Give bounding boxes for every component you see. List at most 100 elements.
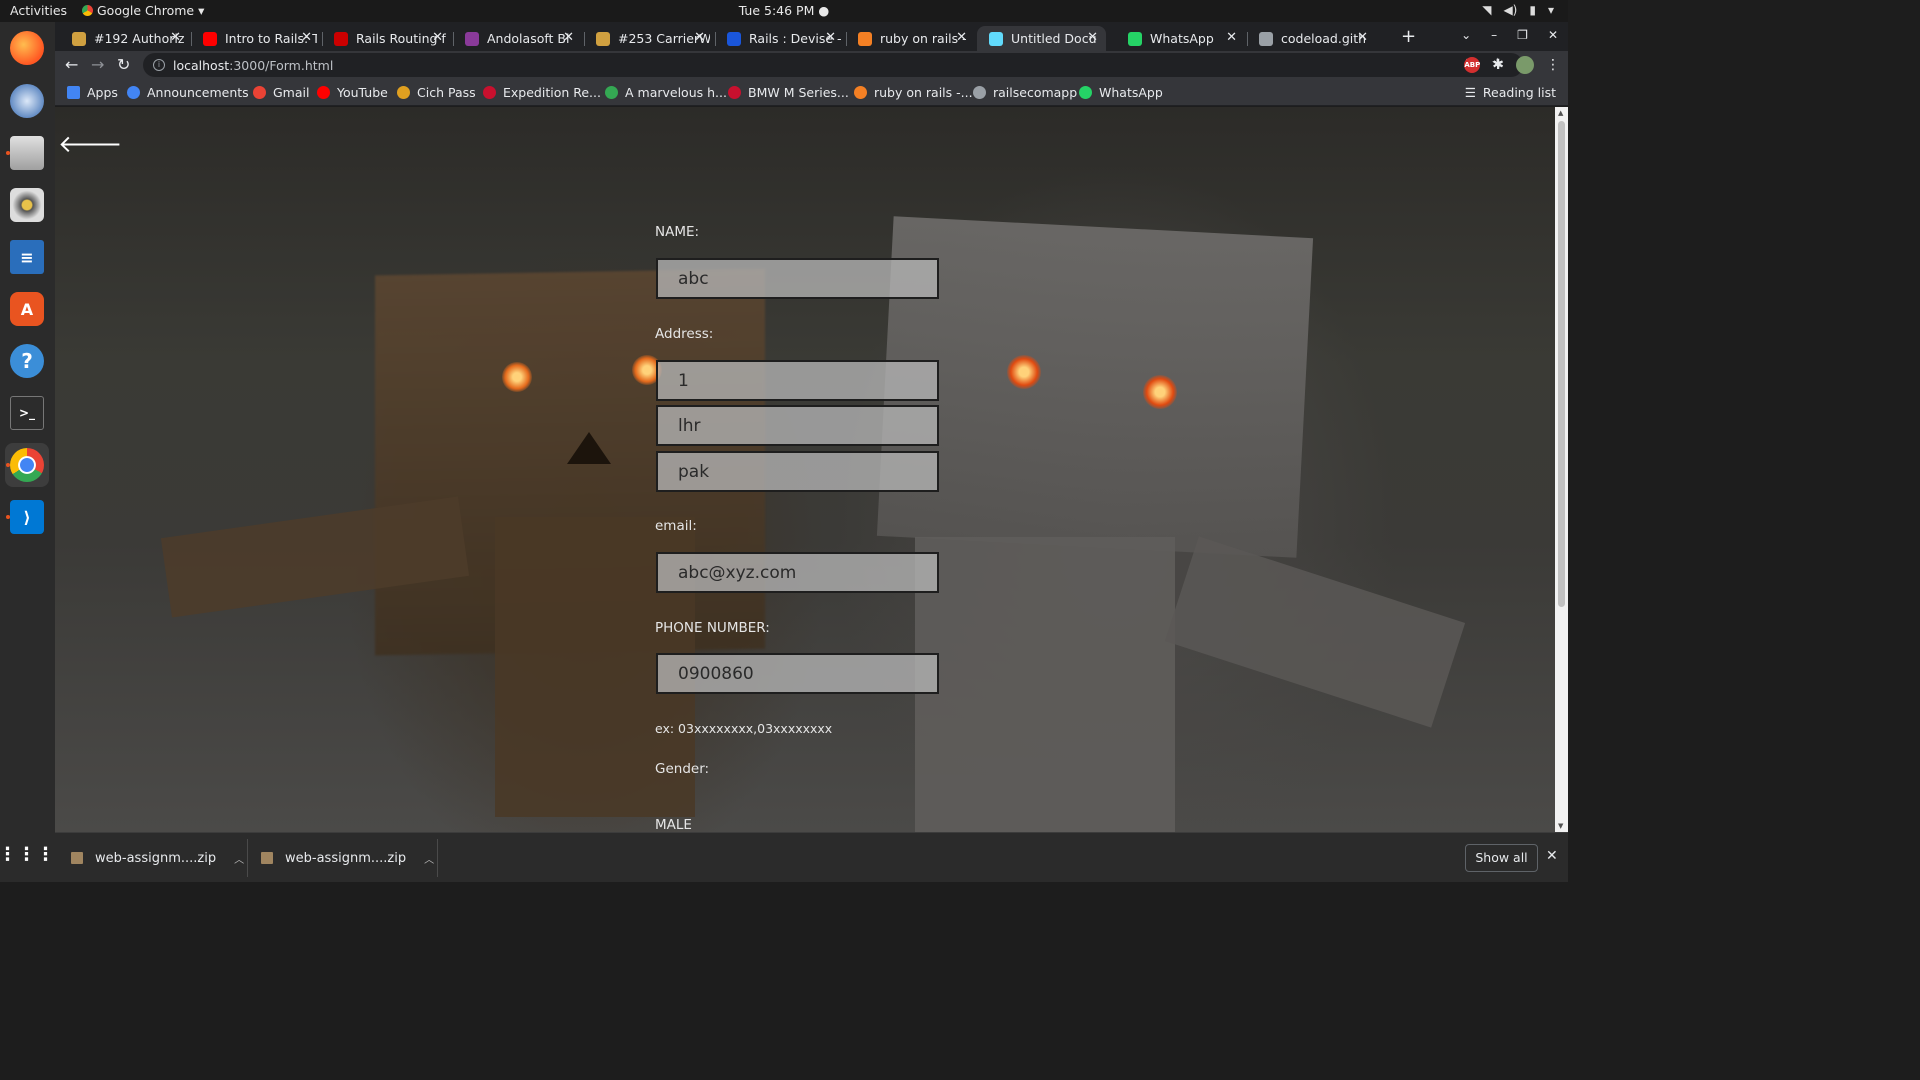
- window-controls: ⌄ – ❐ ✕: [1461, 28, 1558, 42]
- close-tab-icon[interactable]: ✕: [301, 30, 312, 45]
- bookmark-item[interactable]: railsecomapp: [973, 85, 1077, 100]
- system-tray[interactable]: ◥ ◀) ▮ ▾: [1482, 3, 1554, 17]
- bookmark-item[interactable]: Apps: [67, 85, 118, 100]
- dock-chrome[interactable]: [5, 443, 49, 487]
- site-info-icon[interactable]: i: [153, 59, 165, 71]
- dock-writer[interactable]: ≡: [5, 235, 49, 279]
- reading-list-button[interactable]: ☰ Reading list: [1465, 85, 1556, 100]
- dock-help[interactable]: ?: [5, 339, 49, 383]
- app-name: Google Chrome: [97, 3, 195, 18]
- background-photo-eye: [1007, 355, 1041, 389]
- show-all-downloads-button[interactable]: Show all: [1465, 844, 1538, 872]
- bookmark-label: WhatsApp: [1099, 85, 1163, 100]
- address-line2-input[interactable]: lhr: [656, 405, 939, 446]
- scroll-up-arrow-icon[interactable]: ▲: [1558, 109, 1563, 117]
- bookmark-item[interactable]: Expedition Re...: [483, 85, 601, 100]
- minimize-button[interactable]: –: [1491, 28, 1497, 42]
- tab-favicon-icon: [596, 31, 610, 46]
- tab-favicon-icon: [858, 31, 872, 46]
- dock-terminal[interactable]: >_: [5, 391, 49, 435]
- show-applications-button[interactable]: ⋮⋮⋮: [0, 832, 55, 876]
- close-window-button[interactable]: ✕: [1548, 28, 1558, 42]
- app-menu[interactable]: Google Chrome ▾: [82, 3, 204, 18]
- browser-tab[interactable]: WhatsApp ✕: [1116, 26, 1245, 51]
- phone-label: PHONE NUMBER:: [655, 620, 770, 636]
- browser-tab[interactable]: Andolasoft Bl ✕: [453, 26, 582, 51]
- phone-input[interactable]: 0900860: [656, 653, 939, 694]
- back-button[interactable]: ←: [65, 55, 78, 74]
- dock-software[interactable]: A: [5, 287, 49, 331]
- background-photo-nose: [567, 432, 611, 464]
- bookmark-item[interactable]: BMW M Series...: [728, 85, 849, 100]
- bookmark-item[interactable]: Announcements: [127, 85, 249, 100]
- bookmark-item[interactable]: Cich Pass: [397, 85, 476, 100]
- chevron-up-icon[interactable]: ︿: [424, 851, 434, 866]
- close-tab-icon[interactable]: ✕: [1357, 30, 1368, 45]
- browser-tab[interactable]: Rails Routing f ✕: [322, 26, 451, 51]
- name-input[interactable]: abc: [656, 258, 939, 299]
- dock-files[interactable]: [5, 131, 49, 175]
- browser-tab[interactable]: #253 CarrierW ✕: [584, 26, 713, 51]
- address-bar[interactable]: i localhost :3000/Form.html ➤ ☆: [143, 53, 1523, 77]
- download-item[interactable]: web-assignm....zip ︿: [71, 845, 244, 871]
- profile-avatar[interactable]: [1516, 56, 1534, 74]
- address-line1-input[interactable]: 1: [656, 360, 939, 401]
- close-tab-icon[interactable]: ✕: [563, 30, 574, 45]
- running-indicator: [6, 515, 10, 519]
- bookmark-favicon-icon: [728, 86, 741, 99]
- dock-rhythmbox[interactable]: [5, 183, 49, 227]
- browser-tab[interactable]: Intro to Rails: T ✕: [191, 26, 320, 51]
- reload-button[interactable]: ↻: [117, 55, 130, 74]
- download-item[interactable]: web-assignm....zip ︿: [261, 845, 434, 871]
- adblock-extension-icon[interactable]: ABP: [1464, 57, 1481, 73]
- browser-tab[interactable]: ruby on rails - ✕: [846, 26, 975, 51]
- tab-favicon-icon: [1259, 31, 1273, 46]
- dock-firefox[interactable]: [5, 26, 49, 70]
- scroll-down-arrow-icon[interactable]: ▼: [1558, 822, 1563, 830]
- extensions-puzzle-icon[interactable]: ✱: [1492, 57, 1504, 73]
- tab-search-icon[interactable]: ⌄: [1461, 28, 1471, 42]
- chevron-up-icon[interactable]: ︿: [234, 851, 244, 866]
- activities-button[interactable]: Activities: [10, 3, 67, 18]
- tab-favicon-icon: [465, 31, 479, 46]
- dock: ≡ A ? >_ ⟩ ⋮⋮⋮: [0, 22, 55, 882]
- downloads-bar: web-assignm....zip ︿ web-assignm....zip …: [55, 832, 1568, 882]
- email-input[interactable]: abc@xyz.com: [656, 552, 939, 593]
- notification-dot-icon: ●: [818, 3, 830, 18]
- browser-tab[interactable]: Untitled Docu ✕: [977, 26, 1106, 51]
- close-tab-icon[interactable]: ✕: [956, 30, 967, 45]
- dock-vscode[interactable]: ⟩: [5, 495, 49, 539]
- zip-file-icon: [71, 852, 83, 864]
- address-line3-input[interactable]: pak: [656, 451, 939, 492]
- page-scrollbar[interactable]: ▲ ▼: [1555, 107, 1568, 832]
- male-option-label[interactable]: MALE: [655, 817, 692, 832]
- bookmark-item[interactable]: Gmail: [253, 85, 309, 100]
- scrollbar-thumb[interactable]: [1558, 121, 1565, 607]
- clock[interactable]: Tue 5:46 PM ●: [739, 3, 830, 18]
- close-tab-icon[interactable]: ✕: [825, 30, 836, 45]
- bookmark-item[interactable]: A marvelous h...: [605, 85, 727, 100]
- bookmark-favicon-icon: [483, 86, 496, 99]
- background-photo-robot-right-head: [876, 216, 1314, 558]
- page-content: 🡐 NAME: abc Address: 1 lhr pak email: ab…: [55, 107, 1555, 832]
- bookmark-item[interactable]: ruby on rails -...: [854, 85, 973, 100]
- back-arrow-icon[interactable]: 🡐: [58, 129, 122, 158]
- bookmark-item[interactable]: WhatsApp: [1079, 85, 1163, 100]
- browser-tab[interactable]: Rails : Devise - ✕: [715, 26, 844, 51]
- restore-button[interactable]: ❐: [1517, 28, 1528, 42]
- close-tab-icon[interactable]: ✕: [170, 30, 181, 45]
- dock-thunderbird[interactable]: [5, 79, 49, 123]
- browser-toolbar: ← → ↻ i localhost :3000/Form.html ➤ ☆ AB…: [55, 51, 1568, 80]
- browser-tab[interactable]: #192 Authoriz ✕: [60, 26, 189, 51]
- close-tab-icon[interactable]: ✕: [1226, 30, 1237, 45]
- forward-button[interactable]: →: [91, 55, 104, 74]
- bookmark-item[interactable]: YouTube: [317, 85, 388, 100]
- browser-tab[interactable]: codeload.gith ✕: [1247, 26, 1376, 51]
- reading-list-label: Reading list: [1482, 85, 1556, 100]
- close-tab-icon[interactable]: ✕: [432, 30, 443, 45]
- new-tab-button[interactable]: +: [1401, 26, 1416, 47]
- close-tab-icon[interactable]: ✕: [1087, 30, 1098, 45]
- close-tab-icon[interactable]: ✕: [694, 30, 705, 45]
- chrome-menu-icon[interactable]: ⋮: [1546, 57, 1560, 73]
- close-downloads-bar-icon[interactable]: ✕: [1546, 848, 1558, 864]
